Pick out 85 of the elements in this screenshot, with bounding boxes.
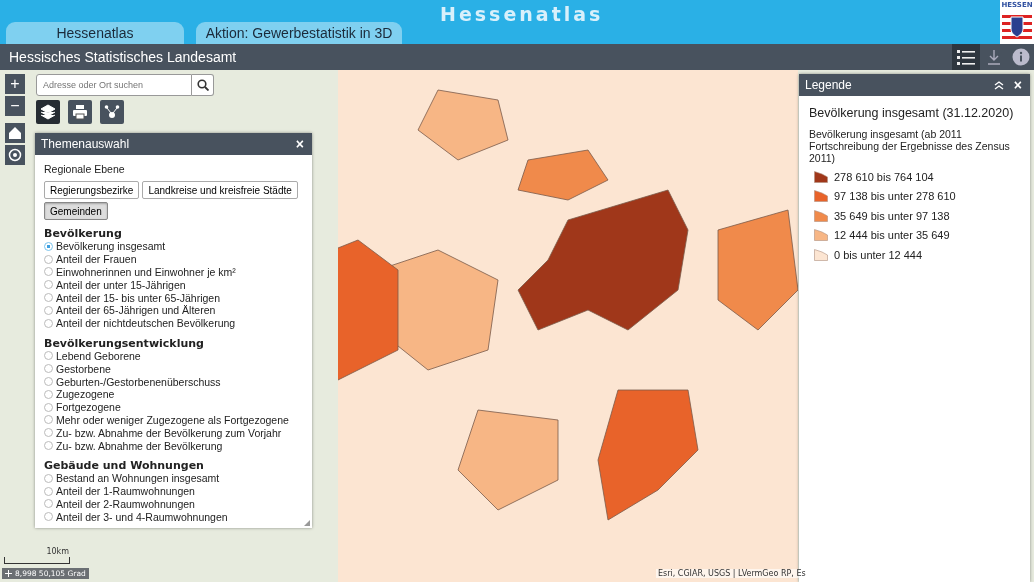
radio-button[interactable] bbox=[44, 351, 53, 361]
network-icon bbox=[104, 104, 120, 120]
option-label[interactable]: Bevölkerung insgesamt bbox=[56, 240, 166, 253]
tab[interactable]: Aktion: Gewerbestatistik in 3D bbox=[196, 22, 402, 44]
option-label[interactable]: Anteil der 65-Jährigen und Älteren bbox=[56, 304, 216, 317]
panel-title: Legende bbox=[805, 78, 852, 92]
radio-button[interactable] bbox=[44, 293, 53, 303]
option-label[interactable]: Anteil der Frauen bbox=[56, 253, 137, 266]
level-button[interactable]: Landkreise und kreisfreie Städte bbox=[142, 181, 298, 199]
option-label[interactable]: Anteil der 15- bis unter 65-Jährigen bbox=[56, 291, 220, 304]
resize-handle-icon bbox=[304, 520, 310, 526]
radio-button[interactable] bbox=[44, 473, 53, 483]
level-button[interactable]: Gemeinden bbox=[44, 202, 108, 220]
close-button[interactable]: × bbox=[293, 136, 306, 152]
option-label[interactable]: Anteil der 2-Raumwohnungen bbox=[56, 497, 195, 510]
option-label[interactable]: Bestand an Wohnungen insgesamt bbox=[56, 472, 220, 485]
legend-label: 97 138 bis unter 278 610 bbox=[834, 190, 956, 203]
option-label[interactable]: Anteil der nichtdeutschen Bevölkerung bbox=[56, 317, 236, 330]
radio-button[interactable] bbox=[44, 305, 53, 315]
locate-button[interactable] bbox=[5, 145, 25, 165]
chevron-up-icon bbox=[993, 80, 1004, 90]
zoom-out-button[interactable]: − bbox=[5, 96, 25, 116]
legend-heading: Bevölkerung insgesamt (31.12.2020) bbox=[809, 106, 1015, 120]
option-label[interactable]: Zugezogene bbox=[56, 388, 115, 401]
locate-icon bbox=[8, 148, 22, 162]
section-label: Regionale Ebene bbox=[44, 163, 126, 175]
search-icon bbox=[196, 79, 209, 91]
radio-button[interactable] bbox=[44, 499, 53, 509]
crosshair-icon bbox=[5, 570, 12, 577]
radio-button[interactable] bbox=[44, 364, 53, 374]
radio-button[interactable] bbox=[44, 389, 53, 399]
radio-button[interactable] bbox=[44, 486, 53, 496]
legend-label: 12 444 bis unter 35 649 bbox=[834, 229, 950, 242]
layers-button[interactable] bbox=[36, 100, 60, 124]
attribution-text: Esri, CGIAR, USGS | LVermGeo RP, Es bbox=[656, 569, 808, 578]
group-heading: Gebäude und Wohnungen bbox=[44, 459, 205, 472]
download-icon bbox=[987, 49, 1001, 65]
group-heading: Bevölkerung bbox=[44, 228, 123, 240]
option-label[interactable]: Anteil der 3- und 4-Raumwohnungen bbox=[56, 510, 228, 523]
close-button[interactable]: × bbox=[1011, 77, 1024, 93]
print-button[interactable] bbox=[68, 100, 92, 124]
tab[interactable]: Hessenatlas bbox=[6, 22, 184, 44]
home-button[interactable] bbox=[5, 123, 25, 143]
option-label[interactable]: Mehr oder weniger Zugezogene als Fortgezogene bbox=[56, 413, 289, 426]
radio-button[interactable] bbox=[44, 280, 53, 290]
info-icon bbox=[1012, 48, 1030, 66]
group-heading: Bevölkerungsentwicklung bbox=[44, 337, 205, 350]
share-button[interactable] bbox=[100, 100, 124, 124]
option-label[interactable]: Gestorbene bbox=[56, 362, 111, 375]
legend-list-button[interactable] bbox=[952, 44, 980, 70]
option-label[interactable]: Fortgezogene bbox=[56, 401, 121, 414]
legend-label: 0 bis unter 12 444 bbox=[834, 248, 923, 261]
radio-button[interactable] bbox=[44, 415, 53, 425]
toolbar-title: Hessisches Statistisches Landesamt bbox=[9, 49, 237, 65]
radio-button[interactable] bbox=[44, 267, 53, 277]
radio-button[interactable] bbox=[44, 241, 53, 251]
option-label[interactable]: Anteil der 1-Raumwohnungen bbox=[56, 485, 195, 498]
option-label[interactable]: Anteil der unter 15-Jährigen bbox=[56, 278, 186, 291]
collapse-button[interactable] bbox=[993, 80, 1004, 90]
radio-button[interactable] bbox=[44, 402, 53, 412]
radio-button[interactable] bbox=[44, 512, 53, 522]
search-field[interactable]: Adresse oder Ort suchen bbox=[36, 74, 192, 96]
zoom-in-button[interactable]: + bbox=[5, 74, 25, 94]
option-label[interactable]: Zu- bzw. Abnahme der Bevölkerung bbox=[56, 439, 223, 452]
option-label[interactable]: Lebend Geborene bbox=[56, 349, 141, 362]
app-title: Hessenatlas bbox=[440, 3, 604, 25]
scale-label: 10km bbox=[46, 547, 69, 553]
home-icon bbox=[8, 126, 22, 140]
option-label[interactable]: Zu- bzw. Abnahme der Bevölkerung zum Vorjahr bbox=[56, 426, 282, 439]
radio-button[interactable] bbox=[44, 254, 53, 264]
list-icon bbox=[957, 49, 975, 65]
print-icon bbox=[72, 104, 88, 120]
search-button[interactable] bbox=[192, 74, 214, 96]
option-label[interactable]: Geburten-/Gestorbenenüberschuss bbox=[56, 375, 221, 388]
option-label[interactable]: Einwohnerinnen und Einwohner je km² bbox=[56, 266, 236, 278]
level-button[interactable]: Regierungsbezirke bbox=[44, 181, 140, 199]
radio-button[interactable] bbox=[44, 441, 53, 451]
legend-description: Bevölkerung insgesamt (ab 2011 Fortschreibung der Ergebnisse des Zensus 2011) bbox=[809, 128, 1011, 164]
layers-icon bbox=[40, 104, 56, 120]
legend-label: 278 610 bis 764 104 bbox=[834, 170, 934, 183]
radio-button[interactable] bbox=[44, 428, 53, 438]
radio-button[interactable] bbox=[44, 318, 53, 328]
radio-button[interactable] bbox=[44, 377, 53, 387]
legend-label: 35 649 bis unter 97 138 bbox=[834, 209, 950, 222]
panel-title: Themenauswahl bbox=[41, 137, 130, 151]
